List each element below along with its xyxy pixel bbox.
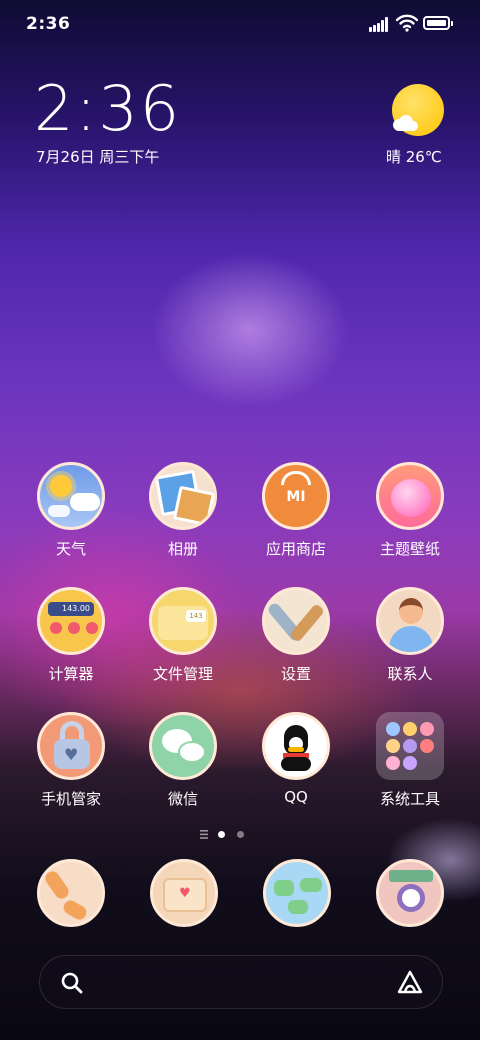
messages-icon[interactable]: ♥ [150, 859, 218, 927]
themes-icon [376, 462, 444, 530]
app-file-manager[interactable]: 143 文件管理 [128, 587, 238, 684]
app-store-badge: MI [286, 489, 306, 505]
security-icon: ♥ [37, 712, 105, 780]
app-label: 应用商店 [265, 540, 326, 558]
wechat-icon [149, 712, 217, 780]
qq-icon [262, 712, 330, 780]
app-label: 文件管理 [152, 665, 213, 683]
assistant-icon[interactable] [397, 970, 423, 994]
wifi-icon [396, 14, 418, 32]
app-contacts[interactable]: 联系人 [355, 587, 465, 684]
search-bar[interactable] [39, 955, 443, 1009]
clock-widget-date[interactable]: 7月26日 周三下午 [36, 146, 159, 167]
search-icon[interactable] [61, 972, 83, 994]
app-label: 天气 [55, 540, 86, 558]
app-label: QQ [284, 788, 308, 806]
gallery-icon [149, 462, 217, 530]
page-indicator[interactable] [0, 828, 480, 842]
signal-icon [369, 17, 391, 32]
cloud-icon [393, 115, 418, 131]
app-system-tools[interactable]: 系统工具 [355, 712, 465, 809]
app-label: 系统工具 [379, 790, 440, 808]
battery-icon [423, 16, 453, 30]
camera-icon[interactable] [376, 859, 444, 927]
contacts-icon [376, 587, 444, 655]
app-label: 联系人 [387, 665, 433, 683]
app-gallery[interactable]: 相册 [128, 462, 238, 559]
weather-icon [37, 462, 105, 530]
app-label: 计算器 [48, 665, 94, 683]
app-store-icon: MI [262, 462, 330, 530]
menu-lines-icon [200, 830, 208, 839]
calculator-display: 143.00 [48, 602, 94, 616]
app-themes[interactable]: 主题壁纸 [355, 462, 465, 559]
system-tools-folder-icon [376, 712, 444, 780]
app-wechat[interactable]: 微信 [128, 712, 238, 809]
app-calculator[interactable]: 143.00 计算器 [16, 587, 126, 684]
status-bar: 2:36 [0, 0, 480, 50]
app-label: 微信 [167, 790, 198, 808]
status-time: 2:36 [26, 14, 71, 34]
app-settings[interactable]: 设置 [241, 587, 351, 684]
app-store[interactable]: MI 应用商店 [241, 462, 351, 559]
file-manager-icon: 143 [149, 587, 217, 655]
app-label: 手机管家 [40, 790, 101, 808]
app-label: 设置 [280, 665, 311, 683]
phone-icon[interactable] [37, 859, 105, 927]
calculator-icon: 143.00 [37, 587, 105, 655]
settings-icon [262, 587, 330, 655]
app-qq[interactable]: QQ [241, 712, 351, 806]
app-weather[interactable]: 天气 [16, 462, 126, 559]
file-manager-badge: 143 [186, 610, 206, 622]
app-label: 主题壁纸 [379, 540, 440, 558]
page-dot-active [218, 831, 225, 838]
clock-widget-time[interactable]: 2:36 [34, 74, 181, 144]
browser-icon[interactable] [263, 859, 331, 927]
page-dot [237, 831, 244, 838]
app-security[interactable]: ♥ 手机管家 [16, 712, 126, 809]
app-label: 相册 [167, 540, 198, 558]
weather-text[interactable]: 晴 26℃ [386, 146, 442, 167]
